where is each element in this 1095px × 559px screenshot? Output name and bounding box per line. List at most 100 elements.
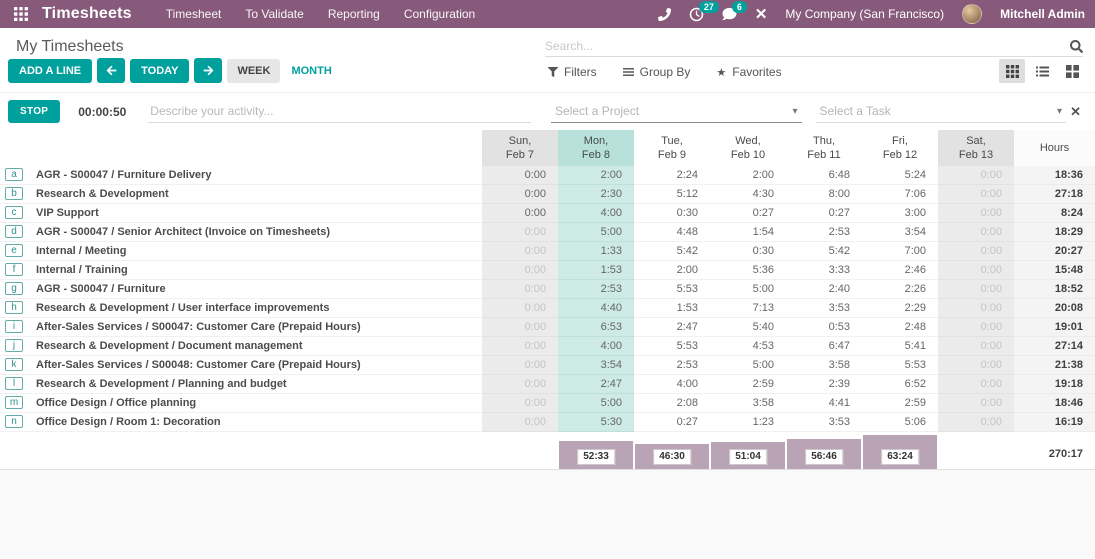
timesheet-cell[interactable]: 4:48 <box>634 223 710 242</box>
timesheet-cell[interactable]: 5:40 <box>710 318 786 337</box>
today-button[interactable]: TODAY <box>130 59 189 83</box>
timesheet-cell[interactable]: 5:41 <box>862 337 938 356</box>
nav-item-timesheet[interactable]: Timesheet <box>166 7 222 21</box>
timesheet-cell[interactable]: 1:53 <box>634 299 710 318</box>
timesheet-cell[interactable]: 0:27 <box>634 413 710 432</box>
timesheet-cell[interactable]: 0:00 <box>482 280 558 299</box>
timesheet-cell[interactable]: 0:00 <box>482 375 558 394</box>
timesheet-cell[interactable]: 6:47 <box>786 337 862 356</box>
timesheet-cell[interactable]: 0:00 <box>482 337 558 356</box>
task-select[interactable]: Select a Task ▾ <box>816 100 1067 123</box>
timesheet-cell[interactable]: 6:53 <box>558 318 634 337</box>
search-icon[interactable] <box>1070 40 1083 53</box>
timesheet-cell[interactable]: 7:06 <box>862 185 938 204</box>
timesheet-cell[interactable]: 5:00 <box>710 280 786 299</box>
timesheet-cell[interactable]: 2:59 <box>862 394 938 413</box>
timesheet-cell[interactable]: 2:30 <box>558 185 634 204</box>
messages-icon[interactable]: 6 <box>722 7 737 21</box>
timesheet-cell[interactable]: 2:53 <box>634 356 710 375</box>
timesheet-cell[interactable]: 2:29 <box>862 299 938 318</box>
timesheet-cell[interactable]: 4:00 <box>634 375 710 394</box>
kanban-view-button[interactable] <box>1059 59 1085 83</box>
timesheet-cell[interactable]: 3:00 <box>862 204 938 223</box>
list-view-button[interactable] <box>1029 59 1055 83</box>
timesheet-cell[interactable]: 0:00 <box>482 413 558 432</box>
timesheet-cell[interactable]: 2:39 <box>786 375 862 394</box>
timesheet-cell[interactable]: 3:54 <box>558 356 634 375</box>
activity-description-input[interactable] <box>148 100 531 123</box>
grid-view-button[interactable] <box>999 59 1025 83</box>
timesheet-cell[interactable]: 0:30 <box>710 242 786 261</box>
timesheet-cell[interactable]: 2:08 <box>634 394 710 413</box>
nav-item-configuration[interactable]: Configuration <box>404 7 475 21</box>
filters-menu[interactable]: Filters <box>548 65 597 79</box>
timesheet-cell[interactable]: 0:00 <box>938 337 1014 356</box>
group-by-menu[interactable]: Group By <box>623 65 691 79</box>
timesheet-cell[interactable]: 4:00 <box>558 204 634 223</box>
timesheet-cell[interactable]: 4:00 <box>558 337 634 356</box>
systray-x-icon[interactable]: ✕ <box>755 7 768 22</box>
timesheet-cell[interactable]: 5:24 <box>862 166 938 185</box>
nav-item-to-validate[interactable]: To Validate <box>245 7 303 21</box>
timesheet-cell[interactable]: 0:00 <box>482 261 558 280</box>
stop-timer-button[interactable]: STOP <box>8 100 60 123</box>
timesheet-cell[interactable]: 3:58 <box>710 394 786 413</box>
timesheet-cell[interactable]: 5:00 <box>558 394 634 413</box>
timesheet-cell[interactable]: 2:26 <box>862 280 938 299</box>
timesheet-cell[interactable]: 2:48 <box>862 318 938 337</box>
timesheet-cell[interactable]: 0:00 <box>482 223 558 242</box>
timesheet-cell[interactable]: 0:00 <box>482 318 558 337</box>
timesheet-cell[interactable]: 3:54 <box>862 223 938 242</box>
timesheet-cell[interactable]: 4:41 <box>786 394 862 413</box>
voip-phone-icon[interactable] <box>658 8 671 21</box>
timesheet-cell[interactable]: 0:00 <box>938 413 1014 432</box>
timesheet-cell[interactable]: 3:58 <box>786 356 862 375</box>
timesheet-cell[interactable]: 5:00 <box>710 356 786 375</box>
timesheet-cell[interactable]: 2:46 <box>862 261 938 280</box>
add-a-line-button[interactable]: ADD A LINE <box>8 59 92 83</box>
timesheet-cell[interactable]: 0:00 <box>938 299 1014 318</box>
timesheet-cell[interactable]: 3:53 <box>786 299 862 318</box>
timesheet-cell[interactable]: 5:00 <box>558 223 634 242</box>
timesheet-cell[interactable]: 0:00 <box>938 356 1014 375</box>
timesheet-cell[interactable]: 2:24 <box>634 166 710 185</box>
timesheet-cell[interactable]: 5:06 <box>862 413 938 432</box>
timesheet-cell[interactable]: 2:40 <box>786 280 862 299</box>
timesheet-cell[interactable]: 2:47 <box>558 375 634 394</box>
timesheet-cell[interactable]: 0:53 <box>786 318 862 337</box>
timesheet-cell[interactable]: 5:53 <box>862 356 938 375</box>
company-switcher[interactable]: My Company (San Francisco) <box>785 7 944 21</box>
timesheet-cell[interactable]: 0:30 <box>634 204 710 223</box>
timesheet-cell[interactable]: 4:30 <box>710 185 786 204</box>
timesheet-cell[interactable]: 5:30 <box>558 413 634 432</box>
timesheet-cell[interactable]: 2:59 <box>710 375 786 394</box>
timesheet-cell[interactable]: 1:33 <box>558 242 634 261</box>
timesheet-cell[interactable]: 2:00 <box>558 166 634 185</box>
favorites-menu[interactable]: ★ Favorites <box>716 65 781 79</box>
timesheet-cell[interactable]: 0:00 <box>938 318 1014 337</box>
timesheet-cell[interactable]: 0:00 <box>938 261 1014 280</box>
timesheet-cell[interactable]: 2:53 <box>558 280 634 299</box>
timesheet-cell[interactable]: 7:00 <box>862 242 938 261</box>
timesheet-cell[interactable]: 0:27 <box>786 204 862 223</box>
timesheet-cell[interactable]: 0:00 <box>482 394 558 413</box>
timesheet-cell[interactable]: 2:00 <box>634 261 710 280</box>
timesheet-cell[interactable]: 3:33 <box>786 261 862 280</box>
timesheet-cell[interactable]: 3:53 <box>786 413 862 432</box>
project-select[interactable]: Select a Project ▾ <box>551 100 802 123</box>
range-week-button[interactable]: WEEK <box>227 59 280 83</box>
timesheet-cell[interactable]: 4:40 <box>558 299 634 318</box>
timesheet-cell[interactable]: 5:53 <box>634 337 710 356</box>
nav-item-reporting[interactable]: Reporting <box>328 7 380 21</box>
timesheet-cell[interactable]: 0:00 <box>482 242 558 261</box>
activities-clock-icon[interactable]: 27 <box>689 7 704 22</box>
user-avatar[interactable] <box>962 4 982 24</box>
search-input[interactable] <box>545 36 1070 56</box>
timesheet-cell[interactable]: 0:00 <box>938 280 1014 299</box>
timesheet-cell[interactable]: 5:12 <box>634 185 710 204</box>
timesheet-cell[interactable]: 0:00 <box>938 242 1014 261</box>
timesheet-cell[interactable]: 0:00 <box>938 394 1014 413</box>
next-week-button[interactable] <box>194 58 222 83</box>
timesheet-cell[interactable]: 2:00 <box>710 166 786 185</box>
timesheet-cell[interactable]: 6:52 <box>862 375 938 394</box>
